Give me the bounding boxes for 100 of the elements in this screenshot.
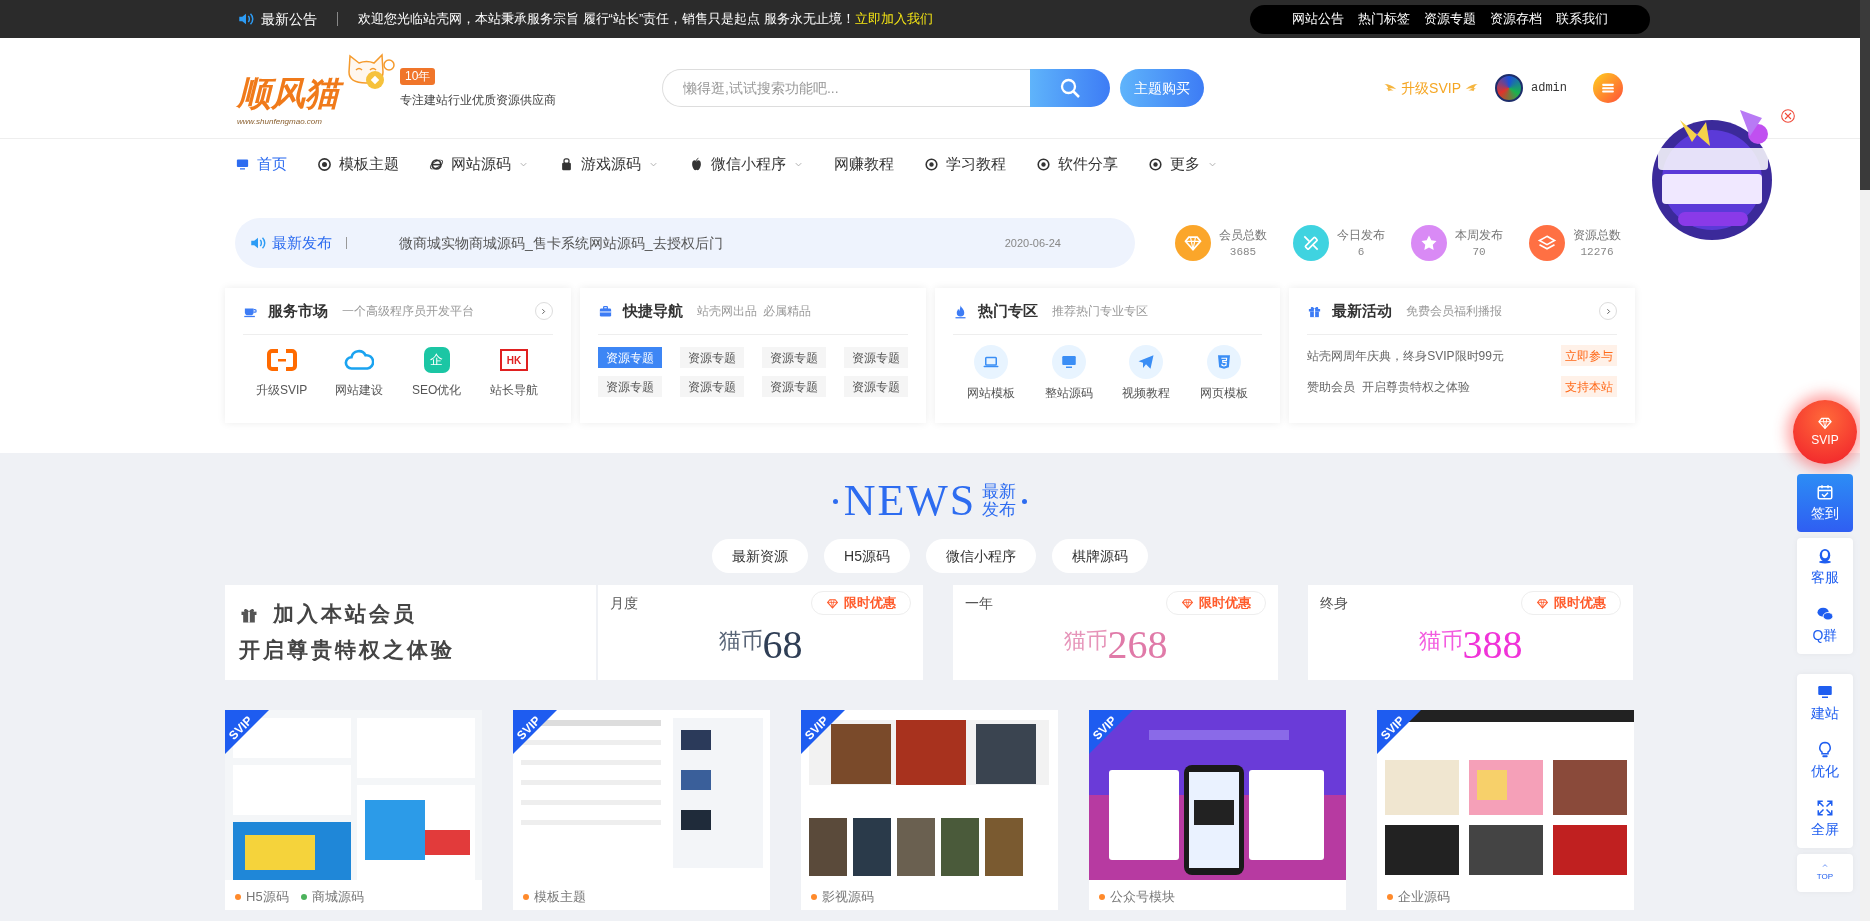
seo-badge-icon: 企: [423, 347, 450, 373]
category-tag[interactable]: 企业源码: [1387, 887, 1450, 907]
card-subtitle: 一个高级程序员开发平台: [342, 303, 474, 320]
menu-button[interactable]: [1593, 73, 1623, 103]
search-icon: [1058, 76, 1082, 100]
zone-item[interactable]: 视频教程: [1107, 345, 1185, 402]
category-tag[interactable]: 公众号模块: [1099, 887, 1175, 907]
nav-item[interactable]: 网赚教程: [834, 153, 894, 176]
card-title: 热门专区: [977, 300, 1038, 321]
nav-item[interactable]: 首页: [235, 153, 287, 176]
service-item[interactable]: 企 SEO优化: [397, 347, 476, 399]
diamond-icon: [1815, 415, 1835, 431]
nav-item[interactable]: 软件分享: [1036, 153, 1118, 176]
plan-price: 388: [1462, 621, 1523, 669]
tag-link[interactable]: 资源专题: [843, 376, 908, 397]
service-item[interactable]: 网站建设: [320, 347, 398, 399]
globe-icon: [429, 157, 444, 172]
card-title: 快捷导航: [622, 300, 683, 321]
tool-button[interactable]: 全屏: [1797, 790, 1853, 848]
stat-value: 3685: [1229, 244, 1257, 260]
latest-label: 最新发布: [272, 232, 332, 253]
membership-heading: 加入本站会员: [273, 601, 417, 628]
card-subtitle: 免费会员福利播报: [1406, 303, 1503, 320]
ring-icon: [317, 157, 332, 172]
tag-link[interactable]: 资源专题: [597, 347, 662, 368]
scrollbar[interactable]: [1860, 0, 1870, 921]
target-icon: [924, 157, 939, 172]
tool-button[interactable]: 优化: [1797, 732, 1853, 790]
news-tab[interactable]: 棋牌源码: [1051, 539, 1148, 573]
category-tag[interactable]: 影视源码: [811, 887, 874, 907]
nav-item[interactable]: 模板主题: [317, 153, 399, 176]
top-link[interactable]: 联系我们: [1556, 9, 1608, 29]
currency-label: 猫币: [718, 627, 763, 655]
tag-link[interactable]: 资源专题: [761, 376, 826, 397]
scrollbar-thumb[interactable]: [1860, 0, 1870, 190]
tag-link[interactable]: 资源专题: [761, 347, 826, 368]
paper-plane-icon: [1137, 353, 1156, 371]
tool-button[interactable]: Q群: [1797, 596, 1853, 654]
stat-label: 今日发布: [1337, 226, 1385, 244]
tag-link[interactable]: 资源专题: [597, 376, 662, 397]
notice-text: 欢迎您光临站壳网，本站秉承服务宗旨 履行“站长”责任，销售只是起点 服务永无止境！: [358, 10, 855, 29]
bracket-icon: [266, 348, 297, 372]
stat-value: 70: [1472, 244, 1486, 260]
close-icon[interactable]: [1780, 108, 1796, 124]
plan-price: 68: [762, 621, 803, 669]
nav-item[interactable]: 更多: [1148, 153, 1218, 176]
activity-text: 赞助会员 开启尊贵特权之体验: [1307, 378, 1470, 396]
tool-button[interactable]: 客服: [1797, 538, 1853, 596]
card-subtitle: 推荐热门专业专区: [1051, 303, 1148, 320]
tagline: 专注建站行业优质资源供应商: [400, 91, 556, 109]
tool-button[interactable]: 签到: [1797, 474, 1853, 532]
join-link[interactable]: 立即加入我们: [854, 9, 933, 29]
user-name[interactable]: admin: [1531, 79, 1567, 97]
zone-item[interactable]: 网站模板: [952, 345, 1030, 402]
service-item[interactable]: HK 站长导航: [475, 347, 553, 399]
category-tag[interactable]: H5源码: [235, 887, 289, 907]
card-title: 服务市场: [268, 300, 328, 321]
search-field[interactable]: 懒得逛,试试搜索功能吧...: [662, 69, 1030, 107]
service-item[interactable]: 升级SVIP: [243, 347, 321, 399]
hk-badge-icon: HK: [500, 349, 529, 371]
stat-value: 6: [1357, 244, 1365, 260]
logo-url: www.shunfengmao.com: [237, 116, 322, 128]
top-link[interactable]: 网站公告: [1292, 9, 1344, 29]
back-to-top-button[interactable]: TOP: [1797, 854, 1853, 892]
stat-value: 12276: [1580, 244, 1614, 260]
top-link[interactable]: 热门标签: [1358, 9, 1410, 29]
diamond-icon: [826, 596, 839, 610]
category-tag[interactable]: 模板主题: [523, 887, 586, 907]
zone-item[interactable]: 整站源码: [1029, 345, 1108, 402]
tag-link[interactable]: 资源专题: [679, 376, 744, 397]
diamond-icon: [1181, 596, 1194, 610]
tag-link[interactable]: 资源专题: [679, 347, 744, 368]
plan-name: 终身: [1320, 593, 1348, 613]
news-tab[interactable]: H5源码: [824, 539, 910, 573]
currency-label: 猫币: [1418, 627, 1463, 655]
fullscreen-icon: [1816, 798, 1834, 817]
stat-label: 本周发布: [1455, 226, 1503, 244]
tool-button[interactable]: 建站: [1797, 674, 1853, 732]
news-tab[interactable]: 最新资源: [712, 539, 809, 573]
briefcase-icon: [597, 303, 613, 319]
top-link[interactable]: 资源存档: [1490, 9, 1542, 29]
top-link[interactable]: 资源专题: [1424, 9, 1476, 29]
nav-item[interactable]: 微信小程序: [689, 153, 804, 176]
stat-label: 会员总数: [1219, 226, 1267, 244]
nav-item[interactable]: 学习教程: [924, 153, 1006, 176]
nav-item[interactable]: 游戏源码: [559, 153, 659, 176]
avatar[interactable]: [1495, 74, 1523, 102]
apple-icon: [689, 157, 704, 172]
zone-item[interactable]: 网页模板: [1184, 345, 1263, 402]
activity-text: 站壳网周年庆典，终身SVIP限时99元: [1307, 347, 1504, 365]
latest-date: 2020-06-24: [1004, 235, 1061, 251]
nav-item[interactable]: 网站源码: [429, 153, 529, 176]
news-title: NEWS: [843, 477, 977, 525]
diamond-icon: [1536, 596, 1549, 610]
category-tag[interactable]: 商城源码: [300, 887, 364, 907]
latest-title[interactable]: 微商城实物商城源码_售卡系统网站源码_去授权后门: [399, 232, 723, 254]
card-title: 最新活动: [1332, 300, 1393, 321]
tag-link[interactable]: 资源专题: [843, 347, 908, 368]
search-button[interactable]: [1030, 69, 1110, 107]
news-tab[interactable]: 微信小程序: [925, 539, 1036, 573]
